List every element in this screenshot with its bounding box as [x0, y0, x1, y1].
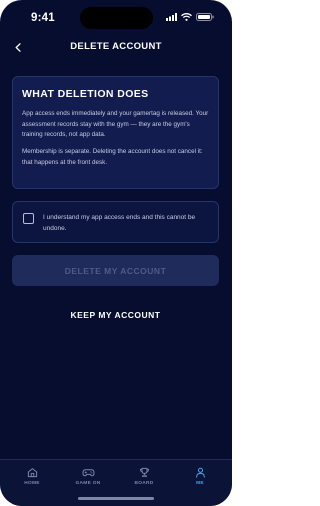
- tab-label: BOARD: [134, 481, 154, 486]
- status-time: 9:41: [31, 12, 55, 24]
- delete-account-button[interactable]: DELETE MY ACCOUNT: [12, 255, 219, 286]
- info-paragraph-membership: Membership is separate. Deleting the acc…: [22, 148, 203, 166]
- person-icon: [195, 467, 205, 478]
- keep-account-button[interactable]: KEEP MY ACCOUNT: [12, 305, 219, 325]
- confirmation-card[interactable]: I understand my app access ends and this…: [12, 201, 219, 243]
- tab-me[interactable]: ME: [171, 467, 229, 493]
- trophy-icon: [139, 467, 149, 478]
- signal-icon: [166, 13, 177, 21]
- tab-home[interactable]: HOME: [3, 467, 61, 493]
- info-heading: WHAT DELETION DOES: [22, 88, 149, 100]
- page-title: DELETE ACCOUNT: [70, 41, 162, 52]
- status-bar: 9:41: [0, 0, 232, 34]
- battery-icon: [196, 13, 214, 21]
- status-icons: [166, 13, 214, 21]
- tab-game-on[interactable]: GAME ON: [59, 467, 117, 493]
- gamepad-icon: [81, 469, 95, 477]
- nav-header: DELETE ACCOUNT: [0, 34, 232, 60]
- info-paragraph-access: App access ends immediately and your gam…: [22, 110, 209, 138]
- confirm-label: I understand my app access ends and this…: [43, 214, 196, 232]
- home-indicator: [78, 497, 154, 500]
- tab-label: ME: [196, 481, 204, 486]
- tab-label: GAME ON: [75, 481, 101, 486]
- tab-board[interactable]: BOARD: [115, 467, 173, 493]
- wifi-icon: [181, 13, 192, 21]
- home-icon: [27, 468, 37, 478]
- phone-screen: 9:41 DELETE ACCOUNT WHAT DELETION DOES A…: [0, 0, 232, 506]
- confirm-checkbox[interactable]: [23, 213, 34, 224]
- deletion-info-card: WHAT DELETION DOES App access ends immed…: [12, 76, 219, 189]
- tab-label: HOME: [24, 481, 40, 486]
- dynamic-island: [80, 7, 153, 29]
